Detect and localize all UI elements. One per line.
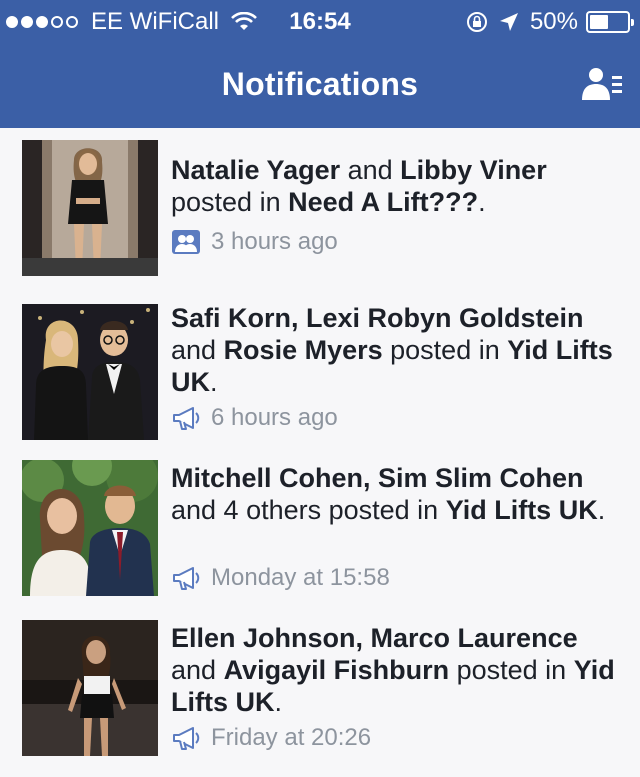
notification-text-part: and — [171, 335, 224, 365]
notification-meta: Friday at 20:26 — [171, 724, 371, 752]
notification-time: Friday at 20:26 — [211, 724, 372, 751]
rotation-lock-icon — [466, 12, 487, 32]
megaphone-icon — [173, 727, 200, 750]
notification-meta: Monday at 15:58 — [171, 564, 390, 592]
notification-photo — [22, 304, 158, 440]
megaphone-icon — [173, 407, 200, 430]
notification-text-part: and 4 others posted in — [171, 495, 446, 525]
notification-text: Mitchell Cohen, Sim Slim Cohen and 4 oth… — [171, 462, 621, 526]
notification-text-part: and — [340, 155, 401, 185]
notification-text-part: posted in — [382, 335, 508, 365]
notification-text-part: posted in — [171, 187, 289, 217]
notification-time: 6 hours ago — [211, 404, 338, 431]
notification-text-part: . — [478, 187, 486, 217]
notification-meta: 6 hours ago — [171, 404, 338, 432]
actor-name[interactable]: Mitchell Cohen, Sim Slim Cohen — [171, 463, 584, 493]
battery-icon — [586, 11, 634, 33]
friend-requests-icon[interactable] — [582, 66, 624, 102]
group-name[interactable]: Yid Lifts UK — [446, 495, 598, 525]
actor-name[interactable]: Avigayil Fishburn — [224, 655, 450, 685]
actor-name[interactable]: Natalie Yager — [171, 155, 340, 185]
notification-text: Ellen Johnson, Marco Laurence and Avigay… — [171, 622, 621, 718]
notification-text-part: . — [210, 367, 218, 397]
battery-fill — [590, 15, 608, 29]
actor-name[interactable]: Rosie Myers — [224, 335, 383, 365]
notification-text-part: . — [274, 687, 283, 717]
app-header: EE WiFiCall 16:54 50% Notifications — [0, 0, 640, 128]
actor-name[interactable]: Safi Korn, Lexi Robyn Goldstein — [171, 303, 584, 333]
notification-photo — [22, 620, 158, 756]
megaphone-icon — [173, 567, 200, 590]
battery-nub — [631, 19, 634, 26]
notification-item[interactable]: Safi Korn, Lexi Robyn Goldstein and Rosi… — [0, 288, 640, 448]
notification-item[interactable]: Mitchell Cohen, Sim Slim Cohen and 4 oth… — [0, 448, 640, 608]
page-title: Notifications — [221, 66, 419, 102]
actor-name[interactable]: Ellen Johnson, Marco Laurence — [171, 623, 578, 653]
notification-photo — [22, 140, 158, 276]
status-right: 50% — [466, 8, 634, 36]
notification-time: 3 hours ago — [211, 228, 338, 255]
notification-time: Monday at 15:58 — [211, 564, 390, 591]
notification-item[interactable]: Natalie Yager and Libby Viner posted in … — [0, 128, 640, 288]
notification-text-part: and — [171, 655, 224, 685]
notifications-list: Natalie Yager and Libby Viner posted in … — [0, 128, 640, 768]
notification-text: Safi Korn, Lexi Robyn Goldstein and Rosi… — [171, 302, 621, 398]
notification-text: Natalie Yager and Libby Viner posted in … — [171, 154, 621, 218]
notification-text-part: posted in — [449, 655, 574, 685]
notification-item[interactable]: Ellen Johnson, Marco Laurence and Avigay… — [0, 608, 640, 768]
battery-percent: 50% — [529, 8, 578, 35]
group-name[interactable]: Need A Lift??? — [288, 187, 478, 217]
actor-name[interactable]: Libby Viner — [400, 155, 547, 185]
group-icon — [172, 230, 200, 254]
status-bar: EE WiFiCall 16:54 50% — [0, 0, 640, 44]
notification-text-part: . — [597, 495, 606, 525]
location-arrow-icon — [499, 13, 518, 31]
notification-meta: 3 hours ago — [171, 228, 338, 256]
notification-photo — [22, 460, 158, 596]
